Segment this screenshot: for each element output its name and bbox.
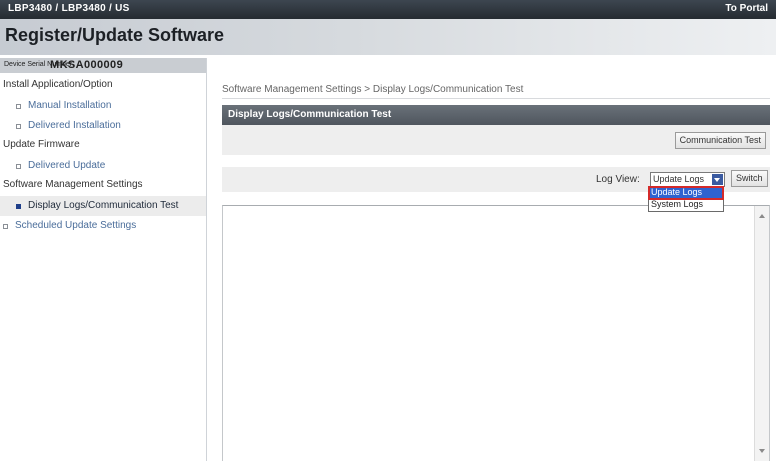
to-portal-link[interactable]: To Portal: [725, 3, 768, 14]
sidebar-item-delivered-installation[interactable]: Delivered Installation: [0, 116, 206, 136]
sidebar-item-label: Delivered Installation: [28, 120, 121, 131]
bullet-icon: [3, 223, 8, 229]
sidebar-item-delivered-update[interactable]: Delivered Update: [0, 156, 206, 176]
sidebar-item-label: Manual Installation: [28, 100, 112, 111]
log-view-dropdown: Update Logs System Logs: [648, 186, 724, 212]
sidebar-section-software-management[interactable]: Software Management Settings: [0, 176, 206, 196]
switch-button[interactable]: Switch: [731, 170, 768, 187]
sidebar-item-label: Display Logs/Communication Test: [28, 200, 179, 211]
sidebar-section-install[interactable]: Install Application/Option: [0, 76, 206, 96]
panel-title: Display Logs/Communication Test: [222, 105, 770, 125]
serial-number-value: MKSA000009: [50, 59, 124, 71]
sidebar-divider: [206, 58, 207, 461]
dropdown-option-system-logs[interactable]: System Logs: [649, 199, 723, 211]
sidebar-item-display-logs[interactable]: Display Logs/Communication Test: [0, 196, 206, 216]
log-scrollbar[interactable]: [754, 206, 769, 461]
sidebar-item-label: Scheduled Update Settings: [15, 220, 137, 231]
breadcrumb-divider: [222, 98, 770, 99]
bullet-icon: [16, 163, 21, 169]
device-model: LBP3480 / LBP3480 / US: [8, 3, 130, 14]
log-view-selected-value: Update Logs: [653, 174, 705, 184]
page-title: Register/Update Software: [5, 25, 225, 45]
top-bar: LBP3480 / LBP3480 / US To Portal: [0, 0, 776, 19]
bullet-icon: [16, 203, 21, 209]
title-bar: Register/Update Software: [0, 19, 776, 55]
scroll-up-arrow-icon[interactable]: [759, 214, 765, 218]
bullet-icon: [16, 103, 21, 109]
sidebar-item-scheduled-update[interactable]: Scheduled Update Settings: [0, 216, 206, 236]
sidebar: Install Application/Option Manual Instal…: [0, 76, 206, 461]
sidebar-item-label: Delivered Update: [28, 160, 106, 171]
scroll-down-arrow-icon[interactable]: [759, 449, 765, 453]
sidebar-section-update-firmware[interactable]: Update Firmware: [0, 136, 206, 156]
communication-test-panel: Communication Test: [222, 125, 770, 155]
bullet-icon: [16, 123, 21, 129]
sidebar-item-manual-installation[interactable]: Manual Installation: [0, 96, 206, 116]
log-view-select[interactable]: Update Logs: [650, 172, 725, 187]
log-display-area[interactable]: [222, 205, 770, 461]
dropdown-option-update-logs[interactable]: Update Logs: [648, 186, 724, 200]
breadcrumb: Software Management Settings > Display L…: [222, 84, 524, 95]
chevron-down-icon[interactable]: [712, 174, 723, 185]
communication-test-button[interactable]: Communication Test: [674, 132, 766, 149]
log-view-label: Log View:: [596, 174, 640, 185]
device-serial-bar: Device Serial Number: MKSA000009: [0, 58, 206, 73]
